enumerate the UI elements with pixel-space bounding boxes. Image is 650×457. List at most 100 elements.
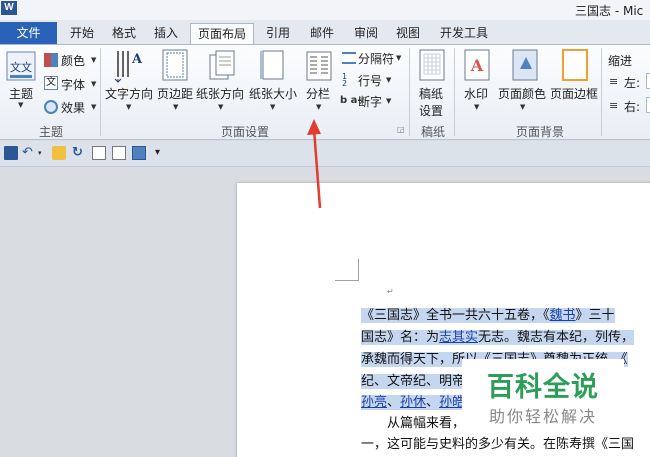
open-folder-icon[interactable] [52,146,66,160]
effects-icon [44,100,58,114]
page-size-icon [260,50,284,80]
chevron-down-icon: ▼ [316,103,322,111]
group-label-draft: 稿纸 [420,125,445,139]
tab-review[interactable]: 审阅 [346,23,386,44]
margin-corner-mark [335,259,359,281]
watermark-icon: A [464,49,490,81]
indent-right-icon: ≡ [609,99,619,112]
orientation-icon [209,50,235,80]
page-borders-icon [562,49,588,81]
group-separator [409,48,410,136]
effects-label: 效果 [61,101,86,115]
margins-label: 页边距 [157,87,194,101]
chevron-down-icon: ▼ [218,103,224,111]
group-label-page-background: 页面背景 [515,125,564,139]
hyphenation-label: 断字 [358,95,383,109]
document-text-run: 纪、文帝纪、明帝纪 [361,374,479,389]
chevron-down-icon: ▼ [396,54,402,62]
document-text-run: 无志。魏志有本纪，列传， [478,330,635,345]
document-line[interactable]: 国志》名：为志其实无志。魏志有本纪，列传， [361,326,635,345]
chevron-down-icon: ▼ [474,103,480,111]
tab-insert[interactable]: 插入 [146,23,186,44]
colors-label: 颜色 [61,54,86,68]
tab-references[interactable]: 引用 [258,23,298,44]
watermark-label: 水印 [464,87,489,101]
tab-view[interactable]: 视图 [390,23,426,44]
window-title: 三国志 - Mic [575,4,644,18]
document-text-run: 》三十 [575,308,615,323]
chevron-down-icon: ▼ [173,103,179,111]
ribbon-tabs: 文件 开始 格式 插入 页面布局 引用 邮件 审阅 视图 开发工具 [0,20,650,44]
theme-icon: 文文 [6,51,36,81]
redo-icon[interactable]: ↻ [72,146,86,160]
annotation-arrow-icon [307,119,322,209]
indent-left-input[interactable] [646,73,650,89]
group-label-theme: 主题 [38,125,63,139]
paragraph-mark: ↵ [387,287,394,296]
new-document-icon[interactable] [112,146,126,160]
document-line[interactable]: 一，这可能与史料的多少有关。在陈寿撰《三国 [361,433,634,452]
draft-paper-icon [419,49,445,81]
chevron-down-icon: ▼ [386,76,392,84]
save-icon[interactable] [4,146,18,160]
chevron-down-icon: ▼ [386,97,392,105]
theme-label: 主题 [9,87,34,101]
document-link[interactable]: 孙休 [400,395,427,410]
document-text-run: 、 [426,395,440,410]
group-separator [454,48,455,136]
group-separator [100,48,101,136]
word-app-icon[interactable]: W [1,1,17,15]
draft-paper-label-line1: 稿纸 [419,87,444,101]
indent-label: 缩进 [608,54,633,68]
tab-mailings[interactable]: 邮件 [302,23,342,44]
undo-icon[interactable]: ↶ [22,146,36,160]
line-numbers-icon: 12 [342,72,348,88]
indent-left-icon: ≡ [609,75,619,88]
document-line[interactable]: 《三国志》全书一共六十五卷，《魏书》三十 [361,304,615,323]
title-bar: W 三国志 - Mic [0,0,650,20]
text-direction-label: 文字方向 [105,87,154,101]
page-color-icon [512,49,538,81]
document-text-run: 、 [387,395,401,410]
indent-right-input[interactable] [646,97,650,113]
svg-text:A: A [470,56,484,75]
watermark-overlay: 百科全说 助你轻松解决 [462,359,624,428]
line-numbers-label: 行号 [358,74,383,88]
fonts-label: 字体 [61,78,86,92]
document-text-run: 《三国志》全书一共六十五卷，《 [361,308,550,323]
draft-paper-label-line2: 设置 [419,104,444,118]
watermark-subtitle: 助你轻松解决 [488,407,597,426]
dialog-launcher-icon[interactable]: ◲ [397,125,405,134]
watermark-title: 百科全说 [487,372,599,403]
indent-right-label: 右: [624,100,641,114]
columns-label: 分栏 [306,87,331,101]
orientation-label: 纸张方向 [196,87,245,101]
chevron-down-icon: ▼ [520,103,526,111]
indent-left-label: 左: [624,76,641,90]
tab-home[interactable]: 开始 [62,23,102,44]
document-text-run: 国志》名：为 [361,330,440,345]
chevron-down-icon: ▼ [270,103,276,111]
tab-developer[interactable]: 开发工具 [432,23,496,44]
print-preview-icon[interactable] [132,146,146,160]
tab-file[interactable]: 文件 [0,22,57,44]
document-link[interactable]: 魏书 [549,308,576,323]
edit-icon[interactable] [92,146,106,160]
columns-icon [306,51,332,81]
breaks-icon [342,52,356,64]
page-color-label: 页面颜色 [498,87,547,101]
tab-page-layout[interactable]: 页面布局 [190,23,254,44]
fonts-icon: 文 [44,76,58,90]
group-separator [601,48,602,136]
page-size-label: 纸张大小 [249,87,298,101]
colors-icon [44,53,58,67]
document-link[interactable]: 孙亮 [361,395,388,410]
document-link[interactable]: 志其实 [439,330,479,345]
page-borders-label: 页面边框 [550,87,599,101]
group-label-page-setup: 页面设置 [220,125,269,139]
breaks-label: 分隔符 [358,52,395,66]
customize-qat-button[interactable]: ▾ [155,146,169,160]
chevron-down-icon: ▼ [18,101,24,109]
undo-dropdown-icon[interactable]: ▾ [38,146,46,160]
tab-format[interactable]: 格式 [104,23,144,44]
